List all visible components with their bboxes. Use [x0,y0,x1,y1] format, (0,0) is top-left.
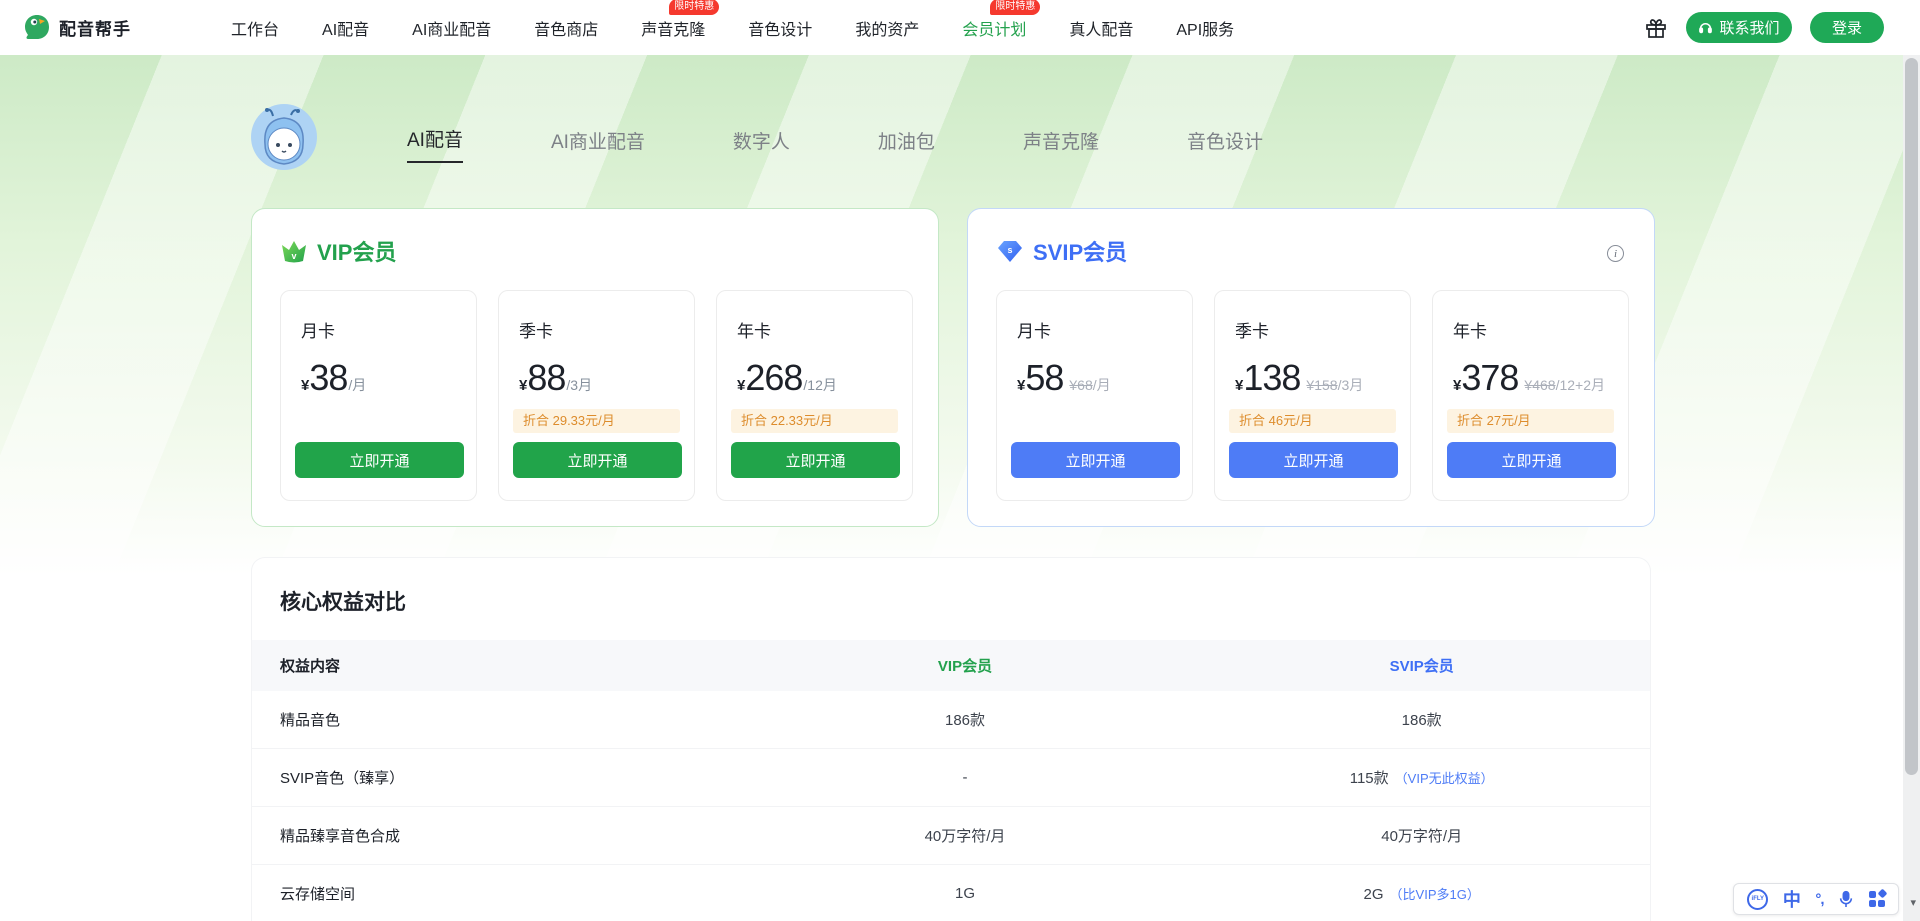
activate-now-button[interactable]: 立即开通 [1447,442,1616,478]
nav-my-assets[interactable]: 我的资产 [855,16,919,40]
apps-grid-icon[interactable] [1869,891,1885,907]
table-row: 云存储空间 1G 2G（比VIP多1G） [252,865,1650,921]
nav-ai-commercial-dubbing[interactable]: AI商业配音 [412,16,491,40]
limited-offer-badge: 限时特惠 [669,0,719,15]
top-header: 配音帮手 工作台 AI配音 AI商业配音 音色商店 声音克隆 限时特惠 音色设计… [0,0,1920,55]
svip-note: （VIP无此权益） [1395,771,1494,786]
table-row: 精品音色 186款 186款 [252,691,1650,749]
tab-voice-design[interactable]: 音色设计 [1187,127,1263,163]
crown-icon: v [280,238,308,264]
activate-now-button[interactable]: 立即开通 [295,442,464,478]
app-logo[interactable]: 配音帮手 [24,14,131,41]
svip-plan-yearly: 年卡 ¥378 ¥468/12+2月 折合 27元/月 立即开通 [1432,290,1629,501]
nav-workbench[interactable]: 工作台 [231,16,279,40]
ifly-logo-icon[interactable]: iFLY [1747,889,1768,910]
nav-ai-dubbing[interactable]: AI配音 [322,16,369,40]
svip-card: s SVIP会员 i 月卡 ¥58 ¥68/月 立即开通 季卡 [967,208,1655,527]
activate-now-button[interactable]: 立即开通 [731,442,900,478]
svip-plan-quarterly: 季卡 ¥138 ¥158/3月 折合 46元/月 立即开通 [1214,290,1411,501]
nav-voice-clone[interactable]: 声音克隆 限时特惠 [641,16,705,40]
table-header-row: 权益内容 VIP会员 SVIP会员 [252,640,1650,691]
vip-plan-quarterly: 季卡 ¥88/3月 折合 29.33元/月 立即开通 [498,290,695,501]
price: ¥268/12月 [737,357,902,399]
activate-now-button[interactable]: 立即开通 [1229,442,1398,478]
page: 配音帮手 工作台 AI配音 AI商业配音 音色商店 声音克隆 限时特惠 音色设计… [0,0,1920,921]
nav-voice-design[interactable]: 音色设计 [748,16,812,40]
tab-digital-human[interactable]: 数字人 [733,127,790,163]
vip-plans: 月卡 ¥38/月 立即开通 季卡 ¥88/3月 折合 29.33元/月 立即开通 [280,290,913,501]
tab-ai-dubbing[interactable]: AI配音 [407,125,463,163]
vip-plan-yearly: 年卡 ¥268/12月 折合 22.33元/月 立即开通 [716,290,913,501]
vip-card: v VIP会员 月卡 ¥38/月 立即开通 季卡 ¥88/3月 [251,208,939,527]
svg-text:s: s [1007,245,1012,255]
original-price: ¥158/3月 [1306,375,1363,395]
activate-now-button[interactable]: 立即开通 [1011,442,1180,478]
language-mode-icon[interactable]: 中 [1783,886,1801,912]
plan-tabs: AI配音 AI商业配音 数字人 加油包 声音克隆 音色设计 [407,125,1263,163]
activate-now-button[interactable]: 立即开通 [513,442,682,478]
page-scrollbar[interactable] [1903,55,1920,921]
price: ¥378 ¥468/12+2月 [1453,357,1618,399]
microphone-icon[interactable] [1838,890,1854,908]
diamond-icon: s [996,238,1024,264]
comparison-title: 核心权益对比 [280,586,406,616]
gift-icon[interactable] [1644,16,1668,40]
table-row: 精品臻享音色合成 40万字符/月 40万字符/月 [252,807,1650,865]
price: ¥38/月 [301,357,466,399]
svip-plan-monthly: 月卡 ¥58 ¥68/月 立即开通 [996,290,1193,501]
ime-collapse-caret[interactable]: ▾ [1910,896,1916,909]
nav-api-service[interactable]: API服务 [1176,16,1234,40]
price: ¥138 ¥158/3月 [1235,357,1400,399]
nav-voice-store[interactable]: 音色商店 [534,16,598,40]
vip-card-title: v VIP会员 [280,235,396,267]
svip-note: （比VIP多1G） [1390,887,1480,902]
per-month-badge: 折合 22.33元/月 [731,409,898,433]
tab-voice-clone[interactable]: 声音克隆 [1023,127,1099,163]
price: ¥58 ¥68/月 [1017,357,1182,399]
main-nav: 工作台 AI配音 AI商业配音 音色商店 声音克隆 限时特惠 音色设计 我的资产… [231,16,1234,40]
nav-human-dubbing[interactable]: 真人配音 [1069,16,1133,40]
per-month-badge: 折合 29.33元/月 [513,409,680,433]
original-price: ¥68/月 [1069,375,1110,395]
nav-membership-plan[interactable]: 会员计划 限时特惠 [962,16,1026,40]
login-button[interactable]: 登录 [1810,12,1884,43]
logo-text: 配音帮手 [59,15,131,40]
svip-card-title: s SVIP会员 [996,235,1127,267]
price: ¥88/3月 [519,357,684,399]
vip-plan-monthly: 月卡 ¥38/月 立即开通 [280,290,477,501]
tab-booster-pack[interactable]: 加油包 [878,127,935,163]
headset-icon [1698,20,1713,35]
comparison-table: 权益内容 VIP会员 SVIP会员 精品音色 186款 186款 SVIP音色（… [252,640,1650,921]
per-month-badge: 折合 27元/月 [1447,409,1614,433]
punctuation-icon[interactable]: °, [1815,891,1823,908]
per-month-badge: 折合 46元/月 [1229,409,1396,433]
ime-toolbar: iFLY 中 °, [1733,883,1899,915]
svip-plans: 月卡 ¥58 ¥68/月 立即开通 季卡 ¥138 ¥158/3月 折合 46元… [996,290,1629,501]
scrollbar-thumb[interactable] [1905,58,1918,775]
svg-text:v: v [291,251,296,261]
table-row: SVIP音色（臻享） - 115款（VIP无此权益） [252,749,1650,807]
tab-ai-commercial-dubbing[interactable]: AI商业配音 [551,127,645,163]
contact-us-button[interactable]: 联系我们 [1686,12,1792,43]
benefits-comparison-card: 核心权益对比 权益内容 VIP会员 SVIP会员 精品音色 186款 186款 … [251,557,1651,921]
content-area: AI配音 AI商业配音 数字人 加油包 声音克隆 音色设计 v VIP会员 月卡 [0,55,1903,921]
original-price: ¥468/12+2月 [1524,375,1605,395]
header-right: 联系我们 登录 [1644,0,1884,55]
info-icon[interactable]: i [1607,245,1624,262]
limited-offer-badge: 限时特惠 [990,0,1040,15]
parrot-logo-icon [24,14,51,41]
mascot-avatar[interactable] [251,104,317,170]
